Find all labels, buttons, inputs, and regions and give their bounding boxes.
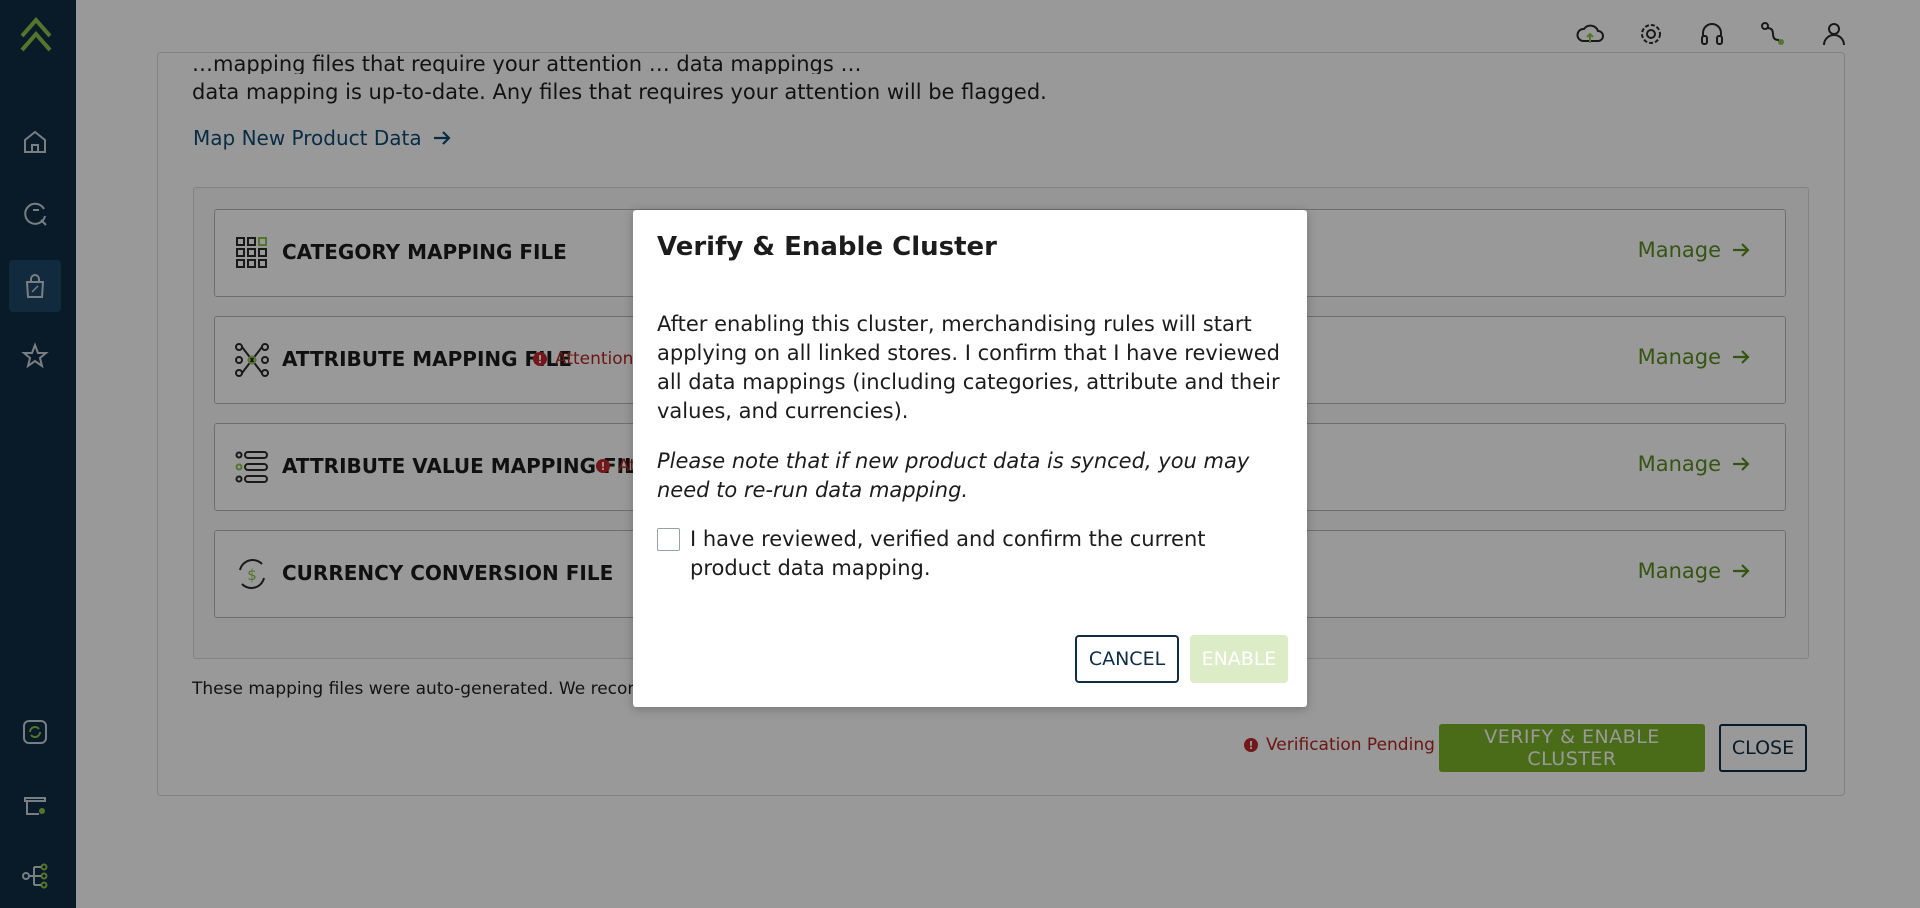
confirm-checkbox[interactable] (657, 528, 680, 551)
enable-button[interactable]: ENABLE (1190, 635, 1288, 683)
confirm-checkbox-row[interactable]: I have reviewed, verified and confirm th… (657, 525, 1283, 583)
confirm-checkbox-label[interactable]: I have reviewed, verified and confirm th… (690, 525, 1283, 583)
verify-enable-modal: Verify & Enable Cluster After enabling t… (633, 210, 1307, 707)
modal-title: Verify & Enable Cluster (657, 232, 997, 262)
modal-body-text: After enabling this cluster, merchandisi… (657, 312, 1280, 423)
cancel-button[interactable]: CANCEL (1075, 635, 1179, 683)
modal-note-text: Please note that if new product data is … (657, 449, 1250, 502)
